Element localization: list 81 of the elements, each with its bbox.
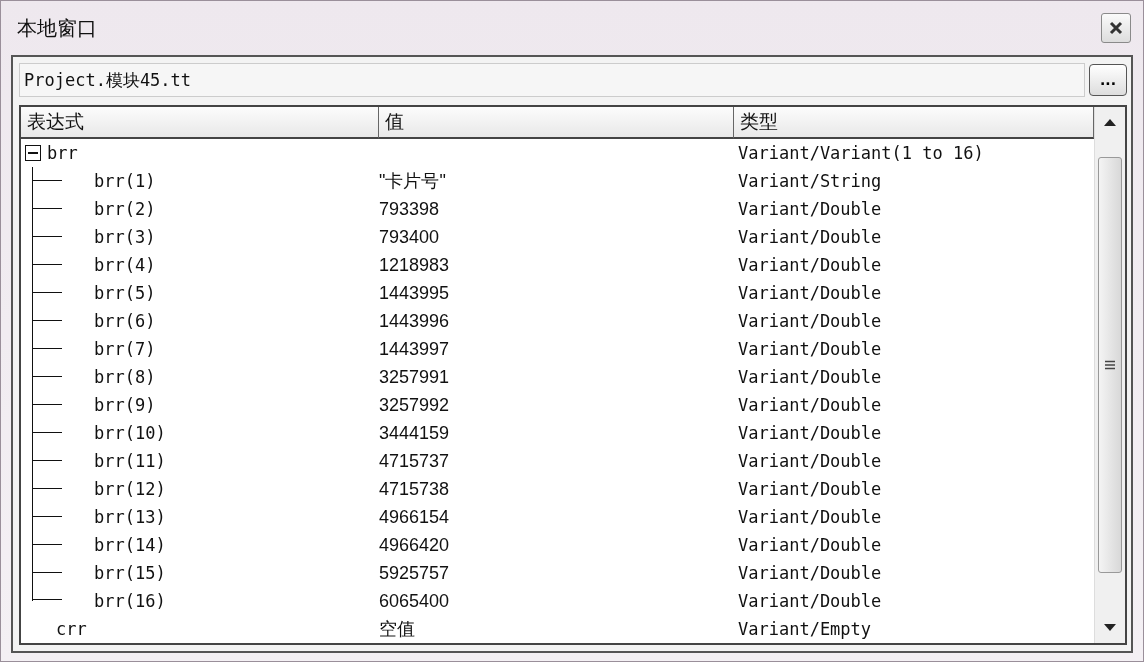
close-icon bbox=[1108, 20, 1124, 36]
column-header[interactable]: 值 bbox=[379, 107, 734, 139]
type-text: Variant/Double bbox=[738, 283, 882, 303]
expression-text: brr(7) bbox=[94, 339, 156, 359]
call-stack-button[interactable]: ... bbox=[1089, 64, 1127, 96]
value-text: "卡片号" bbox=[379, 170, 446, 193]
expression-text: brr(15) bbox=[94, 563, 166, 583]
column-header[interactable]: 类型 bbox=[734, 107, 1094, 139]
grip-icon bbox=[1105, 360, 1115, 370]
type-text: Variant/String bbox=[738, 171, 882, 191]
type-text: Variant/Double bbox=[738, 311, 882, 331]
expression-text: brr(3) bbox=[94, 227, 156, 247]
scroll-thumb[interactable] bbox=[1098, 157, 1122, 573]
tree-line bbox=[32, 419, 62, 447]
type-text: Variant/Double bbox=[738, 339, 882, 359]
type-text: Variant/Double bbox=[738, 451, 882, 471]
tree-line bbox=[32, 363, 62, 391]
type-text: Variant/Variant(1 to 16) bbox=[738, 143, 984, 163]
expression-text: brr(10) bbox=[94, 423, 166, 443]
column-header[interactable]: 表达式 bbox=[21, 107, 379, 139]
type-text: Variant/Double bbox=[738, 423, 882, 443]
value-text: 1443995 bbox=[379, 282, 450, 304]
tree-line bbox=[32, 503, 62, 531]
expression-text: brr(16) bbox=[94, 591, 166, 611]
tree-line bbox=[32, 195, 62, 223]
expression-text: brr(5) bbox=[94, 283, 156, 303]
tree-line bbox=[32, 167, 62, 195]
tree-line bbox=[32, 335, 62, 363]
expression-text: brr(4) bbox=[94, 255, 156, 275]
value-text: 793398 bbox=[379, 198, 440, 220]
expression-text: crr bbox=[56, 619, 87, 639]
value-text: 793400 bbox=[379, 226, 440, 248]
value-text: 1443996 bbox=[379, 310, 450, 332]
type-text: Variant/Double bbox=[738, 535, 882, 555]
scroll-down-icon[interactable] bbox=[1104, 624, 1116, 632]
value-text: 4966420 bbox=[379, 534, 450, 556]
expression-text: brr(8) bbox=[94, 367, 156, 387]
value-text: 5925757 bbox=[379, 562, 450, 584]
type-text: Variant/Double bbox=[738, 227, 882, 247]
tree-line bbox=[32, 279, 62, 307]
type-text: Variant/Double bbox=[738, 479, 882, 499]
collapse-toggle[interactable] bbox=[25, 145, 41, 161]
expression-text: brr(1) bbox=[94, 171, 156, 191]
value-text: 6065400 bbox=[379, 590, 450, 612]
context-field[interactable]: Project.模块45.tt bbox=[19, 63, 1085, 97]
tree-line bbox=[32, 531, 62, 559]
type-text: Variant/Double bbox=[738, 591, 882, 611]
expression-text: brr(13) bbox=[94, 507, 166, 527]
value-text: 4715738 bbox=[379, 478, 450, 500]
type-text: Variant/Double bbox=[738, 563, 882, 583]
expression-text: brr(11) bbox=[94, 451, 166, 471]
expression-text: brr bbox=[47, 143, 78, 163]
tree-line bbox=[32, 475, 62, 503]
type-text: Variant/Empty bbox=[738, 619, 872, 639]
type-text: Variant/Double bbox=[738, 507, 882, 527]
expression-text: brr(2) bbox=[94, 199, 156, 219]
tree-line bbox=[32, 251, 62, 279]
value-text: 1443997 bbox=[379, 338, 450, 360]
close-button[interactable] bbox=[1101, 13, 1131, 43]
tree-line bbox=[32, 223, 62, 251]
tree-line bbox=[32, 307, 62, 335]
scroll-up-icon[interactable] bbox=[1104, 118, 1116, 126]
expression-text: brr(9) bbox=[94, 395, 156, 415]
type-text: Variant/Double bbox=[738, 255, 882, 275]
value-text: 空值 bbox=[379, 618, 415, 641]
value-text: 4966154 bbox=[379, 506, 450, 528]
value-text: 3444159 bbox=[379, 422, 450, 444]
value-text: 4715737 bbox=[379, 450, 450, 472]
type-text: Variant/Double bbox=[738, 199, 882, 219]
expression-text: brr(12) bbox=[94, 479, 166, 499]
expression-text: brr(14) bbox=[94, 535, 166, 555]
value-text: 3257992 bbox=[379, 394, 450, 416]
expression-text: brr(6) bbox=[94, 311, 156, 331]
tree-line bbox=[32, 447, 62, 475]
type-text: Variant/Double bbox=[738, 395, 882, 415]
scrollbar[interactable] bbox=[1094, 107, 1125, 643]
value-text: 1218983 bbox=[379, 254, 450, 276]
window-title: 本地窗口 bbox=[16, 14, 97, 42]
tree-line bbox=[32, 391, 62, 419]
value-text: 3257991 bbox=[379, 366, 450, 388]
type-text: Variant/Double bbox=[738, 367, 882, 387]
